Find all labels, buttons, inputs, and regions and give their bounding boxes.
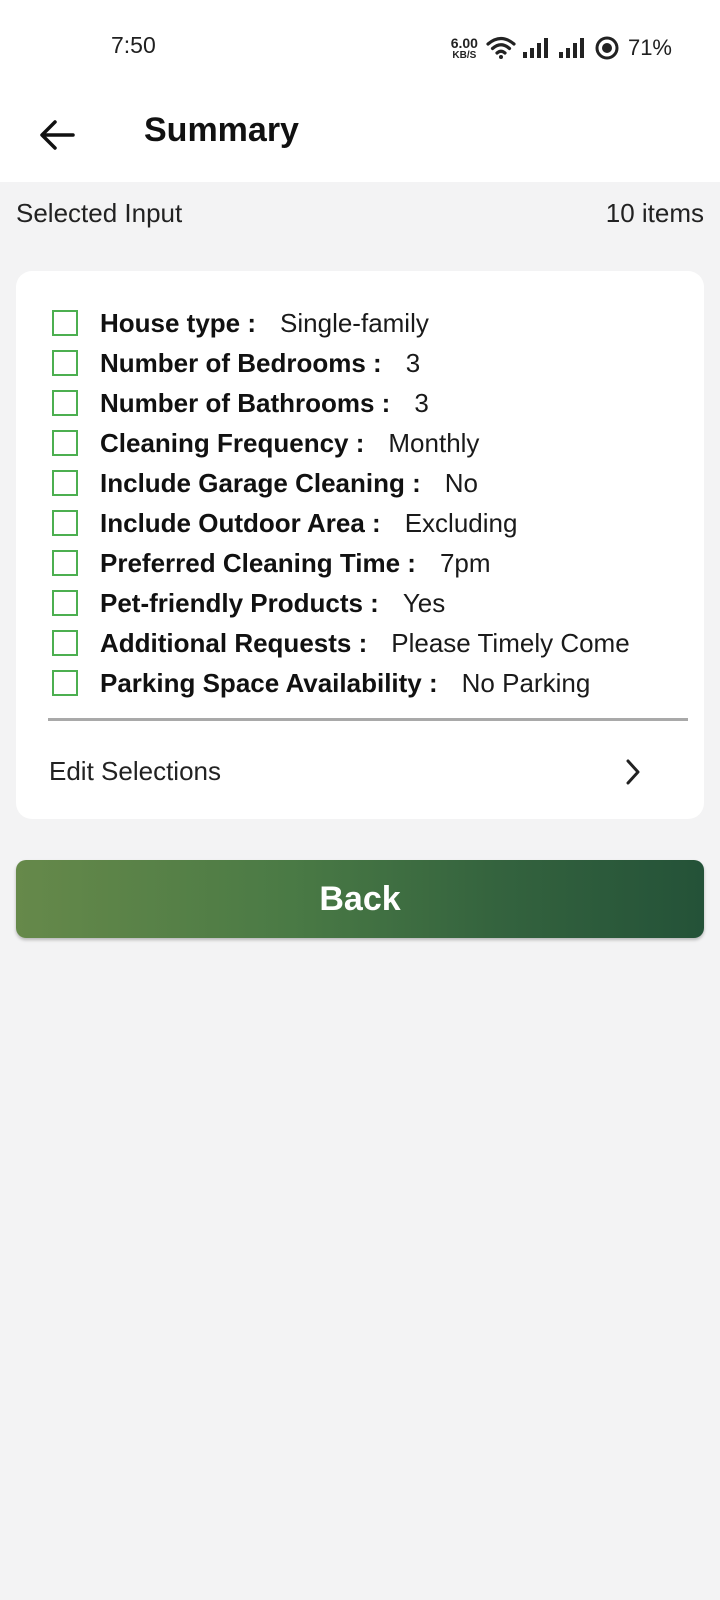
selection-list: House type : Single-family Number of Bed… xyxy=(52,303,684,703)
item-value: Please Timely Come xyxy=(391,627,630,658)
net-speed-unit: KB/S xyxy=(452,49,477,61)
item-label: Include Garage Cleaning : xyxy=(100,467,421,498)
item-label: Pet-friendly Products : xyxy=(100,587,379,618)
checkbox[interactable] xyxy=(52,630,78,656)
checkbox[interactable] xyxy=(52,430,78,456)
arrow-left-icon xyxy=(40,120,75,150)
status-icons: 6.00 KB/S 71% xyxy=(451,32,672,64)
list-item: Cleaning Frequency : Monthly xyxy=(52,423,684,463)
item-label: Include Outdoor Area : xyxy=(100,507,381,538)
net-speed: 6.00 KB/S xyxy=(451,36,478,61)
checkbox[interactable] xyxy=(52,310,78,336)
item-label: Preferred Cleaning Time : xyxy=(100,547,416,578)
list-item: Preferred Cleaning Time : 7pm xyxy=(52,543,684,583)
page-title: Summary xyxy=(144,111,299,149)
battery-percent: 71% xyxy=(627,35,672,60)
checkbox[interactable] xyxy=(52,470,78,496)
list-item: Pet-friendly Products : Yes xyxy=(52,583,684,623)
section-header: Selected Input 10 items xyxy=(16,198,704,229)
item-label: Cleaning Frequency : xyxy=(100,427,365,458)
item-label: House type : xyxy=(100,307,257,338)
signal-icon xyxy=(522,38,548,58)
item-label: Parking Space Availability : xyxy=(100,667,438,698)
back-button[interactable]: Back xyxy=(16,860,704,938)
section-label: Selected Input xyxy=(16,198,183,228)
divider xyxy=(48,718,688,721)
list-item: Number of Bedrooms : 3 xyxy=(52,343,684,383)
item-value: Monthly xyxy=(388,427,480,458)
battery-icon xyxy=(595,36,619,60)
item-label: Number of Bathrooms : xyxy=(100,387,391,418)
item-label: Additional Requests : xyxy=(100,627,368,658)
summary-card: House type : Single-family Number of Bed… xyxy=(16,271,704,819)
list-item: Include Garage Cleaning : No xyxy=(52,463,684,503)
checkbox[interactable] xyxy=(52,390,78,416)
item-value: Excluding xyxy=(404,507,518,538)
item-value: 3 xyxy=(405,347,421,378)
item-value: No Parking xyxy=(461,667,591,698)
status-bar: 7:50 6.00 KB/S 71% xyxy=(0,0,720,92)
app-bar: Summary xyxy=(0,92,720,182)
chevron-right-icon xyxy=(626,759,640,785)
list-item: House type : Single-family xyxy=(52,303,684,343)
status-time: 7:50 xyxy=(111,32,156,58)
list-item: Parking Space Availability : No Parking xyxy=(52,663,684,703)
list-item: Additional Requests : Please Timely Come xyxy=(52,623,684,663)
checkbox[interactable] xyxy=(52,550,78,576)
item-value: Single-family xyxy=(280,307,429,338)
wifi-icon xyxy=(486,36,516,59)
item-count: 10 items xyxy=(605,198,704,228)
net-speed-value: 6.00 xyxy=(450,34,478,51)
checkbox[interactable] xyxy=(52,590,78,616)
signal-icon xyxy=(558,38,584,58)
checkbox[interactable] xyxy=(52,510,78,536)
item-value: No xyxy=(444,467,478,498)
list-item: Include Outdoor Area : Excluding xyxy=(52,503,684,543)
item-value: 7pm xyxy=(439,547,491,578)
item-value: Yes xyxy=(402,587,446,618)
checkbox[interactable] xyxy=(52,350,78,376)
checkbox[interactable] xyxy=(52,670,78,696)
item-value: 3 xyxy=(414,387,429,418)
back-button-label: Back xyxy=(319,879,401,918)
edit-selections-row[interactable]: Edit Selections xyxy=(16,741,704,801)
edit-selections-label: Edit Selections xyxy=(49,755,221,786)
list-item: Number of Bathrooms : 3 xyxy=(52,383,684,423)
item-label: Number of Bedrooms : xyxy=(100,347,382,378)
back-arrow-button[interactable] xyxy=(30,108,84,162)
